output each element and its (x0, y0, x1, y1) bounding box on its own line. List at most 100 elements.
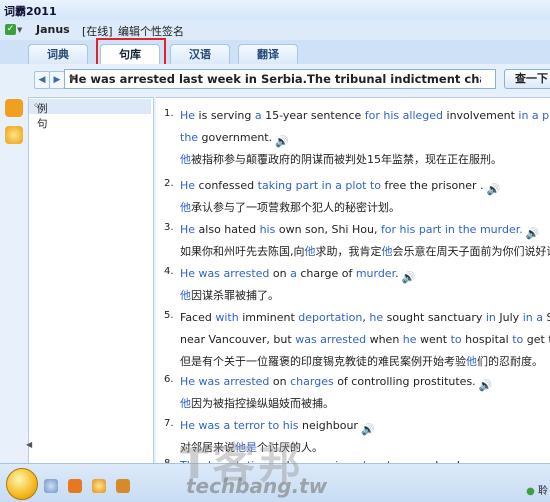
sentence-word: the (180, 131, 198, 144)
sentence-word: near Vancouver, but (180, 333, 295, 346)
sentence-word: in (486, 311, 496, 324)
translation-word: 承认参与了一项营救那个犯人的秘密计划。 (191, 201, 400, 214)
sentence-word: free the (381, 179, 431, 192)
chinese-translation: 但是有个关于一位羅褒的印度锡克教徒的难民案例开始考验他们的忍耐度。 (180, 352, 543, 372)
sentence-word: is serving (195, 109, 255, 122)
sentence-word: charge of (297, 267, 356, 280)
sentence-word: He was arrested (180, 375, 269, 388)
speaker-icon[interactable]: 🔊 (487, 180, 501, 192)
user-name: Janus (36, 23, 70, 36)
sentence-word: to (451, 333, 462, 346)
tab-bar: 词典 句库 汉语 翻译 (0, 40, 550, 65)
sentence-number: 7. (164, 418, 174, 429)
chinese-translation: 他因谋杀罪被捕了。 (180, 286, 279, 306)
tab-chinese[interactable]: 汉语 (170, 44, 230, 65)
english-sentence: He was arrested on charges of controllin… (180, 372, 493, 392)
corner-label[interactable]: ● 聆 (526, 482, 548, 497)
sentence-word: on (269, 267, 290, 280)
chinese-translation: 他承认参与了一项营救那个犯人的秘密计划。 (180, 198, 400, 218)
sentence-word: in a (523, 311, 543, 324)
sentence-word: He (180, 109, 195, 122)
sentence-number: 5. (164, 310, 174, 321)
watermark: T客邦 techbang.tw (180, 430, 380, 500)
forward-button[interactable]: ▶ (49, 71, 65, 89)
english-sentence: He confessed taking part in a plot to fr… (180, 176, 501, 196)
english-sentence: He was arrested on a charge of murder.🔊 (180, 264, 416, 284)
sidebar-item-label: ◦ 例句 (33, 100, 39, 112)
english-sentence: He also hated his own son, Shi Hou, for … (180, 220, 540, 240)
tab-translate[interactable]: 翻译 (238, 44, 298, 65)
sentence-number: 2. (164, 178, 174, 189)
sentence-word: he (403, 333, 417, 346)
sentence-word: for his part in the murder. (381, 223, 523, 236)
search-input[interactable]: He was arrested last week in Serbia.The … (64, 69, 496, 89)
sentence-word: he (369, 311, 383, 324)
sentence-word: in a plot to (518, 109, 550, 122)
notes-icon[interactable] (68, 479, 82, 493)
chinese-translation: 他被指称参与颠覆政府的阴谋而被判处15年监禁，现在正在服刑。 (180, 150, 502, 170)
speaker-icon[interactable]: 🔊 (479, 376, 493, 388)
sentence-word: July (496, 311, 523, 324)
translation-word: 他 (180, 153, 191, 166)
collapse-sidebar-icon[interactable]: ◀ (26, 440, 32, 449)
sidebar-item-examples[interactable]: ◦ 例句 (29, 99, 151, 114)
speaker-icon[interactable]: 🔊 (526, 224, 540, 236)
status-check-icon[interactable]: ✓ (5, 24, 16, 35)
window-title: 词霸2011 (4, 3, 57, 19)
translation-word: 被指称参与颠覆政府的阴谋而被判处15年监禁，现在正在服刑。 (191, 153, 502, 166)
search-row: ◀ ▶ He was arrested last week in Serbia.… (0, 64, 550, 94)
sentence-word: involvement (443, 109, 518, 122)
assistant-icon[interactable] (5, 126, 23, 144)
tab-dictionary[interactable]: 词典 (28, 44, 88, 65)
status-dropdown-icon[interactable]: ▼ (17, 26, 22, 34)
translation-word: 们的忍耐度。 (477, 355, 543, 368)
speaker-icon[interactable]: 🔊 (275, 132, 289, 144)
sentence-word: deportation (298, 311, 362, 324)
word-list-icon[interactable] (5, 99, 23, 117)
translation-word: 因谋杀罪被捕了。 (191, 289, 279, 302)
mascot-small-icon[interactable] (92, 479, 106, 493)
main-menu-orb-icon[interactable] (6, 468, 38, 500)
sidebar: ◦ 例句 (28, 97, 154, 465)
sentence-word: . (395, 267, 399, 280)
back-button[interactable]: ◀ (34, 71, 50, 89)
lookup-button[interactable]: 查一下 (504, 69, 550, 89)
english-sentence: He is serving a 15-year sentence for his… (180, 106, 550, 126)
translation-word: 如果你和州吁先去陈国,向 (180, 245, 305, 258)
translation-word: 他 (180, 397, 191, 410)
chinese-translation: 他因为被指控操纵娼妓而被捕。 (180, 394, 334, 414)
edit-signature-link[interactable]: 编辑个性签名 (118, 23, 184, 39)
sentence-word: Sikh temp (543, 311, 550, 324)
sentence-word: hospital (462, 333, 513, 346)
translation-word: 他 (382, 245, 393, 258)
sentence-word: Faced (180, 311, 215, 324)
sentence-word: He (180, 179, 195, 192)
sentence-word: of controlling prostitutes. (334, 375, 476, 388)
sentence-word: own son, Shi Hou, (275, 223, 381, 236)
sentence-word: with (215, 311, 238, 324)
sentence-word: He was arrested (180, 267, 269, 280)
translation-word: 他 (180, 289, 191, 302)
user-bar: ✓ ▼ Janus [在线] 编辑个性签名 (0, 20, 550, 40)
sentence-word: also hated (195, 223, 260, 236)
tools-icon[interactable] (116, 479, 130, 493)
english-sentence: Faced with imminent deportation, he soug… (180, 308, 550, 328)
sentence-number: 1. (164, 108, 174, 119)
settings-icon[interactable] (44, 479, 58, 493)
sentence-list: 1. He is serving a 15-year sentence for h… (156, 97, 550, 464)
translation-word: 他 (180, 201, 191, 214)
sentence-word: his (260, 223, 276, 236)
sentence-word: 15-year sentence (262, 109, 365, 122)
sentence-word: government. (198, 131, 272, 144)
sentence-word: sought sanctuary (383, 311, 486, 324)
chinese-translation: 如果你和州吁先去陈国,向他求助，我肯定他会乐意在周天子面前为你们说好话 (180, 242, 550, 262)
sentence-word: He (180, 223, 195, 236)
sentence-word: went (417, 333, 451, 346)
title-bar: 词霸2011 (0, 0, 550, 20)
sentence-number: 4. (164, 266, 174, 277)
sentence-word: imminent (239, 311, 299, 324)
left-icon-strip (0, 64, 26, 464)
translation-word: 求助，我肯定 (316, 245, 382, 258)
history-dropdown-icon[interactable]: ▼ (69, 74, 481, 83)
speaker-icon[interactable]: 🔊 (402, 268, 416, 280)
